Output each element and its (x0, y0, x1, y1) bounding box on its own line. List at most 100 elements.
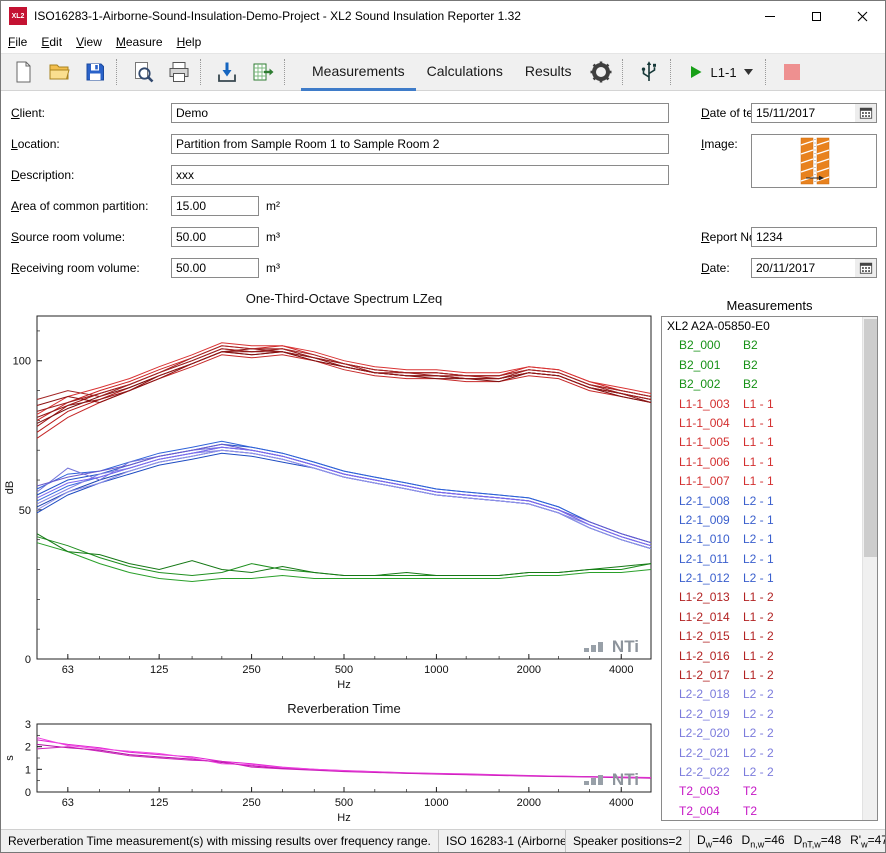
list-item[interactable]: T2_003T2 (662, 782, 877, 801)
menu-view[interactable]: View (69, 32, 109, 52)
list-item[interactable]: L1-1_006L1 - 1 (662, 453, 877, 472)
svg-text:1000: 1000 (424, 664, 448, 676)
list-item[interactable]: B2_002B2 (662, 375, 877, 394)
tab-results[interactable]: Results (514, 53, 583, 91)
measurement-name: L1-1_003 (679, 395, 743, 414)
usb-connect-button[interactable] (631, 56, 667, 88)
measurement-name: B2_001 (679, 356, 743, 375)
list-item[interactable]: L1-2_014L1 - 2 (662, 608, 877, 627)
location-label: Location: (11, 134, 60, 154)
measurement-name: L1-1_007 (679, 472, 743, 491)
scrollbar-thumb[interactable] (864, 319, 877, 557)
list-item[interactable]: L2-1_008L2 - 1 (662, 492, 877, 511)
list-item[interactable]: L1-2_013L1 - 2 (662, 588, 877, 607)
list-item[interactable]: L1-1_004L1 - 1 (662, 414, 877, 433)
list-item[interactable]: L2-2_019L2 - 2 (662, 705, 877, 724)
status-message: Reverberation Time measurement(s) with m… (1, 830, 439, 852)
area-input[interactable] (171, 196, 259, 216)
settings-button[interactable] (583, 56, 619, 88)
menu-file[interactable]: File (1, 32, 34, 52)
menu-help[interactable]: Help (170, 32, 209, 52)
tab-calculations[interactable]: Calculations (416, 53, 514, 91)
svg-text:1000: 1000 (424, 797, 448, 809)
play-measurement-control[interactable]: L1-1 (679, 64, 762, 80)
close-icon (857, 11, 868, 22)
date-of-test-calendar-button[interactable] (855, 104, 876, 122)
partition-image-box[interactable] (751, 134, 877, 188)
measurement-name: T2_004 (679, 802, 743, 821)
list-item[interactable]: L1-2_017L1 - 2 (662, 666, 877, 685)
measurement-name: B2_000 (679, 336, 743, 355)
source-volume-input[interactable] (171, 227, 259, 247)
list-item[interactable]: L2-1_009L2 - 1 (662, 511, 877, 530)
measurement-name: L2-1_011 (679, 550, 743, 569)
export-excel-button[interactable] (245, 56, 281, 88)
measurement-name: L2-1_010 (679, 530, 743, 549)
client-input[interactable] (171, 103, 669, 123)
list-item[interactable]: L2-1_010L2 - 1 (662, 530, 877, 549)
list-item[interactable]: L1-1_007L1 - 1 (662, 472, 877, 491)
measurement-group: L1 - 2 (743, 647, 774, 666)
measurement-group: L2 - 1 (743, 492, 774, 511)
measurement-group: L1 - 2 (743, 627, 774, 646)
reverberation-chart: Reverberation Time0123631252505001000200… (1, 700, 657, 828)
window-title: ISO16283-1-Airborne-Sound-Insulation-Dem… (34, 9, 747, 23)
measurement-group: L2 - 2 (743, 744, 774, 763)
measurement-name: L1-2_017 (679, 666, 743, 685)
minimize-button[interactable] (747, 1, 793, 31)
toolbar: Measurements Calculations Results (1, 53, 885, 91)
date-calendar-button[interactable] (855, 259, 876, 277)
list-item[interactable]: L1-2_015L1 - 2 (662, 627, 877, 646)
zoom-page-icon (131, 60, 155, 84)
measurement-name: L2-2_018 (679, 685, 743, 704)
list-item[interactable]: B2_000B2 (662, 336, 877, 355)
new-project-button[interactable] (5, 56, 41, 88)
location-input[interactable] (171, 134, 669, 154)
list-item[interactable]: L2-1_012L2 - 1 (662, 569, 877, 588)
list-item[interactable]: L1-1_005L1 - 1 (662, 433, 877, 452)
measurement-group: L2 - 1 (743, 530, 774, 549)
save-project-button[interactable] (77, 56, 113, 88)
list-item[interactable]: L2-2_021L2 - 2 (662, 744, 877, 763)
toolbar-separator (116, 59, 122, 85)
measurement-group: L2 - 2 (743, 724, 774, 743)
print-button[interactable] (161, 56, 197, 88)
toolbar-separator (284, 59, 290, 85)
menu-measure[interactable]: Measure (109, 32, 170, 52)
svg-text:1: 1 (25, 764, 31, 776)
scrollbar[interactable] (862, 317, 877, 820)
maximize-button[interactable] (793, 1, 839, 31)
import-measurements-button[interactable] (209, 56, 245, 88)
svg-text:250: 250 (242, 797, 260, 809)
source-volume-unit: m³ (266, 227, 280, 247)
list-item[interactable]: T2_004T2 (662, 802, 877, 821)
measurements-list: XL2 A2A-05850-E0 B2_000B2B2_001B2B2_002B… (661, 316, 878, 821)
description-label: Description: (11, 165, 74, 185)
menu-edit[interactable]: Edit (34, 32, 69, 52)
list-item[interactable]: B2_001B2 (662, 356, 877, 375)
list-item[interactable]: L1-2_016L1 - 2 (662, 647, 877, 666)
excel-export-icon (251, 60, 275, 84)
description-input[interactable] (171, 165, 669, 185)
list-item[interactable]: L2-2_022L2 - 2 (662, 763, 877, 782)
report-no-input[interactable] (751, 227, 877, 247)
svg-text:0: 0 (25, 787, 31, 799)
receiving-volume-unit: m³ (266, 258, 280, 278)
print-preview-button[interactable] (125, 56, 161, 88)
measurement-group: T2 (743, 782, 757, 801)
measurement-group: L1 - 1 (743, 472, 774, 491)
receiving-volume-input[interactable] (171, 258, 259, 278)
window-controls (747, 1, 885, 31)
chevron-down-icon (744, 69, 753, 75)
list-item[interactable]: L2-2_018L2 - 2 (662, 685, 877, 704)
measurement-name: L1-2_015 (679, 627, 743, 646)
close-button[interactable] (839, 1, 885, 31)
measurement-name: L2-2_022 (679, 763, 743, 782)
open-project-button[interactable] (41, 56, 77, 88)
list-item[interactable]: L1-1_003L1 - 1 (662, 395, 877, 414)
tab-measurements[interactable]: Measurements (301, 53, 416, 91)
list-item[interactable]: L2-1_011L2 - 1 (662, 550, 877, 569)
measurement-group: L1 - 1 (743, 414, 774, 433)
gear-icon (589, 60, 613, 84)
list-item[interactable]: L2-2_020L2 - 2 (662, 724, 877, 743)
